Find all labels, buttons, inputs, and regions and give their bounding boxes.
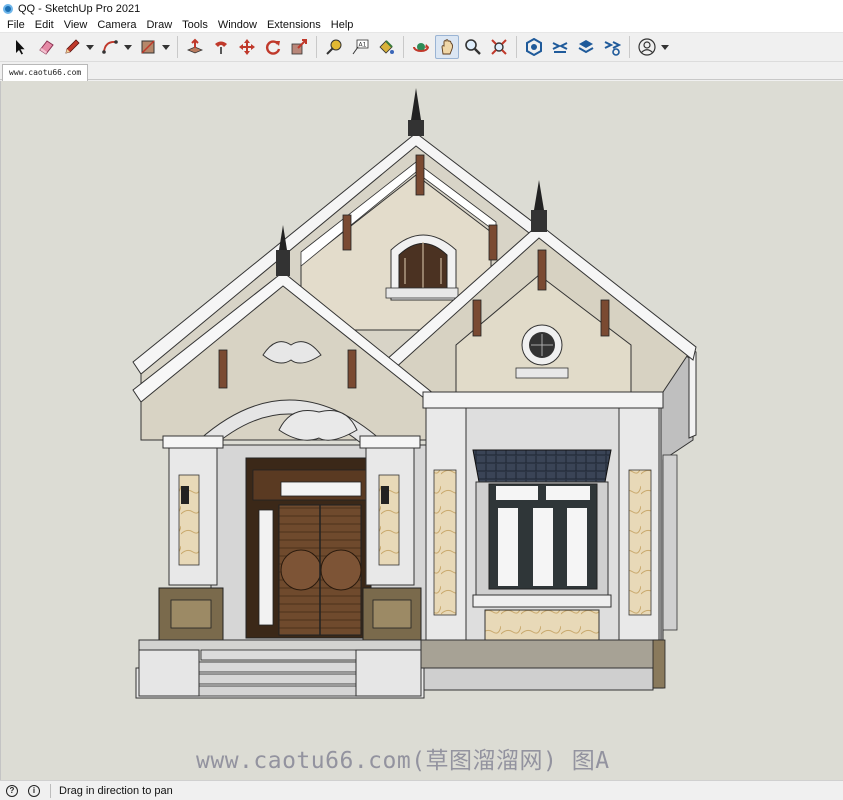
info-icon[interactable]: i — [28, 784, 40, 797]
send-to-layout-icon — [578, 40, 594, 54]
push-pull-icon — [186, 38, 204, 54]
push-pull-tool-button[interactable] — [183, 35, 207, 59]
account-tool-button[interactable] — [635, 35, 659, 59]
sketchup-window: QQ - SketchUp Pro 2021 File Edit View Ca… — [0, 0, 843, 800]
menu-draw[interactable]: Draw — [141, 19, 177, 31]
account-icon — [638, 38, 656, 56]
zoom-icon — [465, 39, 481, 55]
status-text: Drag in direction to pan — [59, 784, 173, 797]
toolbar-separator — [403, 36, 404, 58]
extension-manager-tool-button[interactable] — [600, 35, 624, 59]
scale-tool-button[interactable] — [287, 35, 311, 59]
orbit-icon — [413, 43, 429, 52]
3d-warehouse-icon — [526, 38, 542, 56]
zoom-tool-button[interactable] — [461, 35, 485, 59]
arc-icon — [102, 40, 118, 54]
svg-text:A1: A1 — [359, 42, 367, 49]
arc-tool-dropdown[interactable] — [124, 35, 132, 59]
house-model — [132, 88, 697, 699]
menu-edit[interactable]: Edit — [30, 19, 59, 31]
follow-me-icon — [215, 41, 227, 54]
scene-tab[interactable]: www.caotu66.com — [2, 64, 89, 81]
text-icon: A1 — [352, 39, 369, 55]
text-tool-button[interactable]: A1 — [348, 35, 372, 59]
line-tool-button[interactable] — [60, 35, 84, 59]
porch-column-left — [158, 435, 224, 641]
status-separator — [50, 783, 51, 798]
zoom-extents-icon — [491, 39, 507, 55]
menu-extensions[interactable]: Extensions — [262, 19, 326, 31]
status-bar: ? i Drag in direction to pan — [0, 780, 843, 800]
layout-tool-button[interactable] — [574, 35, 598, 59]
toolbar-separator — [629, 36, 630, 58]
menu-window[interactable]: Window — [213, 19, 262, 31]
large-tool-set-toolbar: A1 — [0, 33, 843, 62]
paint-bucket-icon — [379, 40, 394, 54]
menu-bar: File Edit View Camera Draw Tools Window … — [0, 17, 843, 33]
extension-warehouse-tool-button[interactable] — [548, 35, 572, 59]
sketchup-logo-icon — [3, 3, 13, 14]
warehouse-tool-button[interactable] — [522, 35, 546, 59]
tape-measure-tool-button[interactable] — [322, 35, 346, 59]
line-tool-dropdown[interactable] — [86, 35, 94, 59]
title-bar: QQ - SketchUp Pro 2021 — [0, 0, 843, 17]
scene-tab-strip: www.caotu66.com — [0, 62, 843, 81]
watermark-text: www.caotu66.com(草图溜溜网) 图A — [196, 748, 610, 774]
eraser-tool-button[interactable] — [34, 35, 58, 59]
zoom-extents-tool-button[interactable] — [487, 35, 511, 59]
pencil-icon — [65, 39, 80, 54]
menu-view[interactable]: View — [59, 19, 93, 31]
move-icon — [239, 39, 255, 55]
menu-tools[interactable]: Tools — [177, 19, 213, 31]
porch-column-right — [359, 435, 422, 641]
menu-file[interactable]: File — [2, 19, 30, 31]
pan-hand-icon — [441, 39, 453, 55]
scale-icon — [291, 39, 307, 55]
follow-me-tool-button[interactable] — [209, 35, 233, 59]
select-tool-button[interactable] — [8, 35, 32, 59]
pan-tool-button[interactable] — [435, 35, 459, 59]
arc-tool-button[interactable] — [98, 35, 122, 59]
toolbar-separator — [316, 36, 317, 58]
paint-bucket-tool-button[interactable] — [374, 35, 398, 59]
tape-measure-icon — [326, 39, 342, 55]
rectangle-icon — [141, 40, 155, 54]
shape-tool-dropdown[interactable] — [162, 35, 170, 59]
modeling-viewport[interactable]: www.caotu66.com(草图溜溜网) 图A — [0, 81, 843, 780]
eraser-icon — [39, 40, 54, 55]
move-tool-button[interactable] — [235, 35, 259, 59]
geolocation-icon[interactable]: ? — [6, 784, 18, 797]
toolbar-separator — [516, 36, 517, 58]
rotate-tool-button[interactable] — [261, 35, 285, 59]
toolbar-separator — [177, 36, 178, 58]
menu-help[interactable]: Help — [326, 19, 359, 31]
arrow-cursor-icon — [16, 40, 25, 55]
extension-warehouse-icon — [552, 42, 568, 53]
account-dropdown[interactable] — [661, 35, 669, 59]
orbit-tool-button[interactable] — [409, 35, 433, 59]
rotate-icon — [266, 40, 281, 55]
menu-camera[interactable]: Camera — [92, 19, 141, 31]
extension-manager-icon — [604, 41, 621, 56]
shape-tool-button[interactable] — [136, 35, 160, 59]
window-title: QQ - SketchUp Pro 2021 — [18, 2, 141, 15]
